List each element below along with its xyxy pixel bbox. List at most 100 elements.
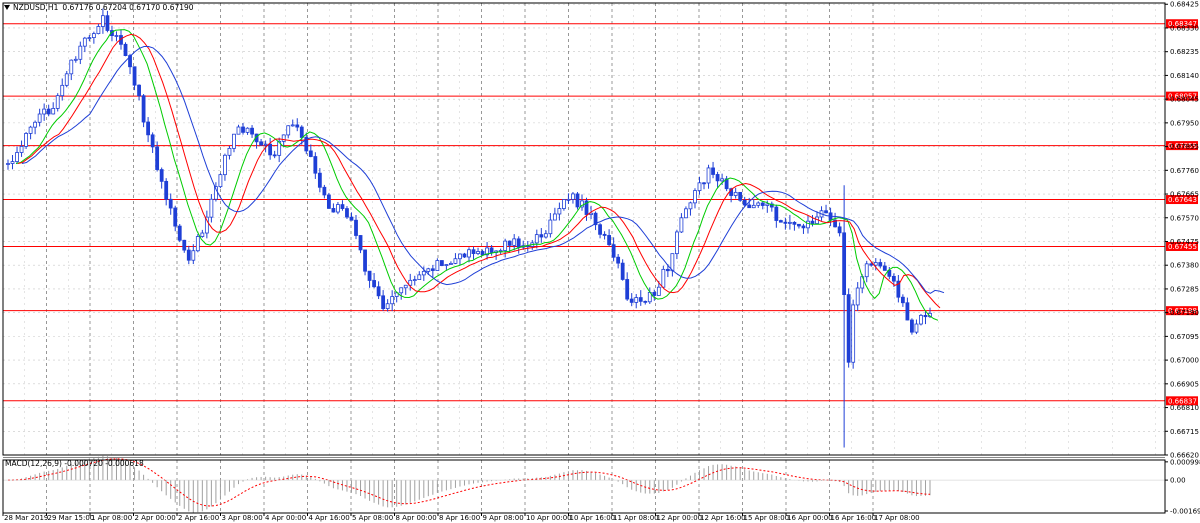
candle-body bbox=[223, 154, 227, 176]
candle-body bbox=[507, 240, 512, 246]
candle-body bbox=[661, 268, 666, 288]
candle-body bbox=[399, 287, 404, 294]
price-tick-label: 0.67000 bbox=[1170, 357, 1199, 365]
time-tick-label: 4 Apr 00:00 bbox=[265, 514, 306, 522]
candle-body bbox=[191, 250, 196, 261]
price-tick-label: 0.67095 bbox=[1170, 333, 1199, 341]
candle-body bbox=[417, 274, 422, 280]
candle-body bbox=[864, 263, 869, 278]
candle-body bbox=[403, 284, 408, 289]
time-tick-label: 12 Apr 00:00 bbox=[657, 514, 703, 522]
candle-body bbox=[299, 126, 304, 138]
candle-body bbox=[232, 133, 236, 149]
candle-body bbox=[783, 221, 788, 224]
candle-body bbox=[241, 126, 245, 133]
time-tick-label: 9 Apr 08:00 bbox=[483, 514, 524, 522]
candle-body bbox=[602, 233, 607, 236]
time-tick-label: 4 Apr 16:00 bbox=[309, 514, 350, 522]
candle-body bbox=[652, 292, 657, 296]
candle-body bbox=[263, 143, 268, 146]
price-chart[interactable]: 0.683470.680570.678590.676430.674550.671… bbox=[0, 0, 1200, 523]
candle-body bbox=[837, 226, 842, 234]
candle-body bbox=[24, 133, 28, 147]
candle-body bbox=[250, 127, 254, 135]
candle-body bbox=[733, 191, 738, 196]
candle-body bbox=[430, 268, 435, 271]
candle-body bbox=[923, 314, 928, 318]
candle-body bbox=[548, 219, 553, 235]
price-tick-label: 0.68425 bbox=[1170, 1, 1199, 9]
price-tick-label: 0.67190 bbox=[1170, 309, 1199, 317]
candle-body bbox=[611, 244, 616, 258]
time-tick-label: 28 Mar 2019 bbox=[4, 514, 48, 522]
candle-body bbox=[697, 182, 702, 191]
candle-body bbox=[69, 59, 74, 75]
candle-body bbox=[173, 207, 178, 227]
candle-body bbox=[141, 95, 146, 123]
candle-body bbox=[195, 236, 200, 252]
price-tick-label: 0.67665 bbox=[1170, 191, 1199, 199]
candle-body bbox=[114, 35, 119, 37]
time-tick-label: 17 Apr 08:00 bbox=[874, 514, 920, 522]
candle-body bbox=[453, 258, 458, 264]
time-tick-label: 3 Apr 08:00 bbox=[222, 514, 263, 522]
candle-body bbox=[824, 210, 828, 214]
price-tick-label: 0.67475 bbox=[1170, 238, 1199, 246]
candle-body bbox=[846, 294, 851, 363]
candle-body bbox=[96, 26, 101, 35]
candle-body bbox=[792, 221, 797, 225]
candle-body bbox=[512, 238, 517, 246]
time-tick-label: 2 Apr 00:00 bbox=[135, 514, 176, 522]
candle-body bbox=[200, 232, 205, 237]
candle-body bbox=[349, 216, 354, 221]
candle-body bbox=[37, 113, 42, 123]
candle-body bbox=[873, 262, 878, 266]
candle-body bbox=[787, 221, 792, 224]
candle-body bbox=[313, 156, 318, 174]
candle-body bbox=[797, 223, 801, 227]
chart-ohlc: 0.67176 0.67204 0.67170 0.67190 bbox=[62, 3, 193, 12]
candle-body bbox=[51, 108, 56, 115]
time-tick-label: 8 Apr 16:00 bbox=[439, 514, 480, 522]
candle-body bbox=[543, 233, 548, 238]
time-tick-label: 8 Apr 00:00 bbox=[396, 514, 437, 522]
candle-body bbox=[571, 193, 575, 200]
candle-body bbox=[286, 125, 291, 136]
candle-body bbox=[891, 275, 896, 282]
candle-body bbox=[372, 280, 376, 288]
price-tick-label: 0.67760 bbox=[1170, 167, 1199, 175]
candle-body bbox=[227, 147, 232, 156]
candle-body bbox=[146, 121, 151, 136]
candle-body bbox=[801, 225, 806, 229]
candle-body bbox=[539, 234, 544, 238]
candle-body bbox=[46, 108, 51, 115]
time-tick-label: 2 Apr 16:00 bbox=[178, 514, 219, 522]
price-tick-label: 0.68140 bbox=[1170, 72, 1199, 80]
price-tick-label: 0.66810 bbox=[1170, 404, 1199, 412]
candle-body bbox=[19, 145, 24, 153]
candle-body bbox=[910, 319, 914, 333]
time-tick-label: 1 Apr 08:00 bbox=[91, 514, 132, 522]
price-tick-label: 0.67570 bbox=[1170, 214, 1199, 222]
candle-body bbox=[390, 296, 395, 305]
candle-body bbox=[376, 286, 381, 297]
candle-body bbox=[552, 213, 557, 221]
candle-body bbox=[15, 152, 19, 162]
candle-body bbox=[444, 264, 449, 266]
candle-body bbox=[806, 220, 810, 229]
price-tick-label: 0.66905 bbox=[1170, 380, 1199, 388]
candle-body bbox=[78, 45, 83, 60]
candle-body bbox=[435, 260, 440, 271]
candle-body bbox=[87, 37, 92, 40]
candle-body bbox=[629, 298, 634, 303]
time-tick-label: 15 Apr 08:00 bbox=[744, 514, 790, 522]
candle-body bbox=[326, 194, 331, 209]
candle-body bbox=[42, 108, 47, 115]
macd-tick-label: 0.00 bbox=[1170, 477, 1186, 485]
candle-body bbox=[268, 143, 273, 156]
time-tick-label: 16 Apr 00:00 bbox=[787, 514, 833, 522]
candle-body bbox=[516, 238, 521, 248]
price-tick-label: 0.67950 bbox=[1170, 119, 1199, 127]
candle-body bbox=[385, 303, 390, 309]
chart-symbol: NZDUSD,H1 bbox=[13, 3, 59, 12]
